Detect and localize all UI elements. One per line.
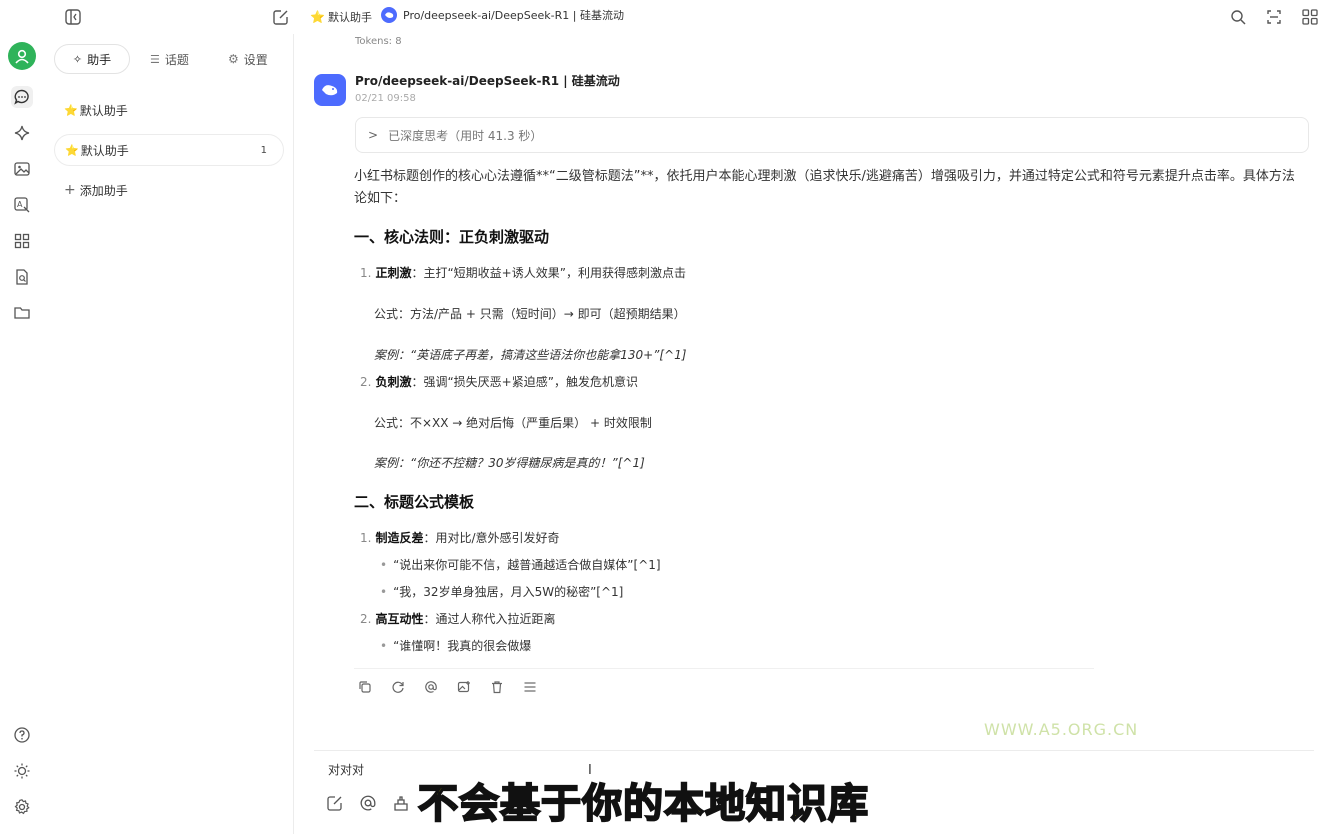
message-timestamp: 02/21 09:58 (355, 93, 416, 104)
tab-label: 话题 (164, 52, 189, 67)
list-item: 1. 正刺激：主打“短期收益+诱人效果”，利用获得感刺激点击 (360, 264, 686, 281)
list-bold: 正刺激 (375, 266, 412, 280)
list-text: ：用对比/意外感引发好奇 (423, 531, 560, 545)
add-assistant-button[interactable]: + 添加助手 (54, 174, 284, 206)
deepseek-logo-icon (381, 7, 397, 23)
new-topic-icon[interactable] (326, 794, 344, 812)
translate-icon[interactable]: A (11, 194, 33, 216)
chevron-right-icon: > (368, 128, 379, 142)
top-bar: ⭐ 默认助手 Pro/deepseek-ai/DeepSeek-R1 | 硅基流… (0, 0, 1336, 34)
tab-assistants[interactable]: ✧ 助手 (54, 44, 130, 74)
expand-icon[interactable] (1265, 8, 1283, 26)
folder-icon[interactable] (11, 302, 33, 324)
image-icon[interactable] (11, 158, 33, 180)
star-icon: ⭐ (64, 103, 78, 117)
sparkle-icon: ✧ (72, 52, 83, 66)
svg-text:A: A (17, 200, 23, 209)
thinking-label: 已深度思考（用时 41.3 秒） (388, 128, 543, 143)
document-search-icon[interactable] (11, 266, 33, 288)
star-icon: ⭐ (65, 143, 79, 157)
sidebar: ✧ 助手 ☰ 话题 ⚙ 设置 ⭐ 默认助手 ⭐ 默认助手 1 + 添加助手 (44, 34, 294, 834)
case-text: 案例：“英语底子再差，搞清这些语法你也能拿130+”[^1] (374, 348, 687, 362)
video-caption: 不会基于你的本地知识库 (417, 780, 869, 828)
intro-paragraph: 小红书标题创作的核心心法遵循**“二级管标题法”**，依托用户本能心理刺激（追求… (354, 169, 1295, 206)
export-image-icon[interactable] (455, 678, 473, 696)
list-item: 2. 高互动性：通过人称代入拉近距离 (360, 610, 555, 627)
new-chat-icon[interactable] (272, 8, 290, 26)
message-sender: Pro/deepseek-ai/DeepSeek-R1 | 硅基流动 (355, 74, 620, 88)
tab-topics[interactable]: ☰ 话题 (150, 44, 189, 74)
help-icon[interactable] (11, 724, 33, 746)
list-bold: 高互动性 (375, 612, 424, 626)
input-toolbar (326, 794, 410, 812)
list-item: 1. 制造反差：用对比/意外感引发好奇 (360, 529, 560, 546)
tab-settings[interactable]: ⚙ 设置 (228, 44, 268, 74)
assistant-item-selected[interactable]: ⭐ 默认助手 1 (54, 134, 284, 166)
clear-context-icon[interactable] (392, 794, 410, 812)
tab-label: 助手 (87, 52, 112, 67)
plus-icon: + (64, 182, 76, 198)
model-selector[interactable]: Pro/deepseek-ai/DeepSeek-R1 | 硅基流动 (381, 7, 624, 23)
formula-text: 公式：不×XX → 绝对后悔（严重后果） + 时效限制 (374, 416, 652, 430)
star-icon: ⭐ (310, 10, 325, 24)
bullet-item: “谁懂啊！我真的很会做爆 (380, 637, 531, 654)
assistant-label: 默认助手 (79, 103, 128, 118)
menu-icon[interactable] (521, 678, 539, 696)
list-text: ：通过人称代入拉近距离 (423, 612, 556, 626)
section-2-heading: 二、标题公式模板 (354, 493, 475, 511)
list-number: 1. (360, 266, 372, 280)
assistant-label: 默认助手 (80, 143, 129, 158)
gear-icon: ⚙ (228, 52, 239, 66)
divider (354, 668, 1094, 669)
model-avatar (314, 74, 346, 106)
add-assistant-label: 添加助手 (79, 183, 128, 198)
copy-icon[interactable] (356, 678, 374, 696)
toggle-sidebar-icon[interactable] (64, 8, 82, 26)
topic-count-badge: 1 (260, 144, 267, 156)
list-bold: 制造反差 (375, 531, 424, 545)
delete-icon[interactable] (488, 678, 506, 696)
apps-grid-icon[interactable] (1301, 8, 1319, 26)
chat-area: Tokens: 8 Pro/deepseek-ai/DeepSeek-R1 | … (294, 34, 1336, 834)
search-icon[interactable] (1229, 8, 1247, 26)
watermark: WWW.A5.ORG.CN (984, 720, 1139, 739)
assistant-selector[interactable]: ⭐ 默认助手 (310, 9, 372, 25)
list-text: ：主打“短期收益+诱人效果”，利用获得感刺激点击 (411, 266, 686, 280)
list-bold: 负刺激 (375, 375, 412, 389)
thinking-collapsible[interactable]: > 已深度思考（用时 41.3 秒） (355, 117, 1309, 153)
assistant-item[interactable]: ⭐ 默认助手 (54, 94, 284, 126)
regenerate-icon[interactable] (389, 678, 407, 696)
mention-icon[interactable] (422, 678, 440, 696)
list-text: ：强调“损失厌恶+紧迫感”，触发危机意识 (411, 375, 638, 389)
formula-text: 公式：方法/产品 + 只需（短时间）→ 即可（超预期结果） (374, 307, 686, 321)
list-number: 2. (360, 612, 372, 626)
tab-label: 设置 (243, 52, 268, 67)
list-item: 2. 负刺激：强调“损失厌恶+紧迫感”，触发危机意识 (360, 373, 638, 390)
list-icon: ☰ (150, 52, 160, 66)
list-number: 1. (360, 531, 372, 545)
case-text: 案例：“你还不控糖？30岁得糖尿病是真的！”[^1] (374, 456, 645, 470)
chat-icon[interactable] (11, 86, 33, 108)
theme-sun-icon[interactable] (11, 760, 33, 782)
message-input[interactable]: 对对对 (328, 761, 364, 778)
sparkle-icon[interactable] (11, 122, 33, 144)
section-1-heading: 一、核心法则：正负刺激驱动 (354, 228, 550, 246)
tokens-label: Tokens: 8 (355, 36, 402, 47)
settings-gear-icon[interactable] (11, 796, 33, 818)
bullet-item: “我，32岁单身独居，月入5W的秘密”[^1] (380, 583, 623, 600)
mention-model-icon[interactable] (359, 794, 377, 812)
user-avatar[interactable] (8, 42, 36, 70)
apps-icon[interactable] (11, 230, 33, 252)
list-number: 2. (360, 375, 372, 389)
bullet-item: “说出来你可能不信，越普通越适合做自媒体”[^1] (380, 556, 661, 573)
model-title: Pro/deepseek-ai/DeepSeek-R1 | 硅基流动 (403, 9, 624, 22)
assistant-name: 默认助手 (327, 11, 372, 24)
message-actions (356, 678, 539, 696)
icon-rail: A (0, 34, 44, 834)
